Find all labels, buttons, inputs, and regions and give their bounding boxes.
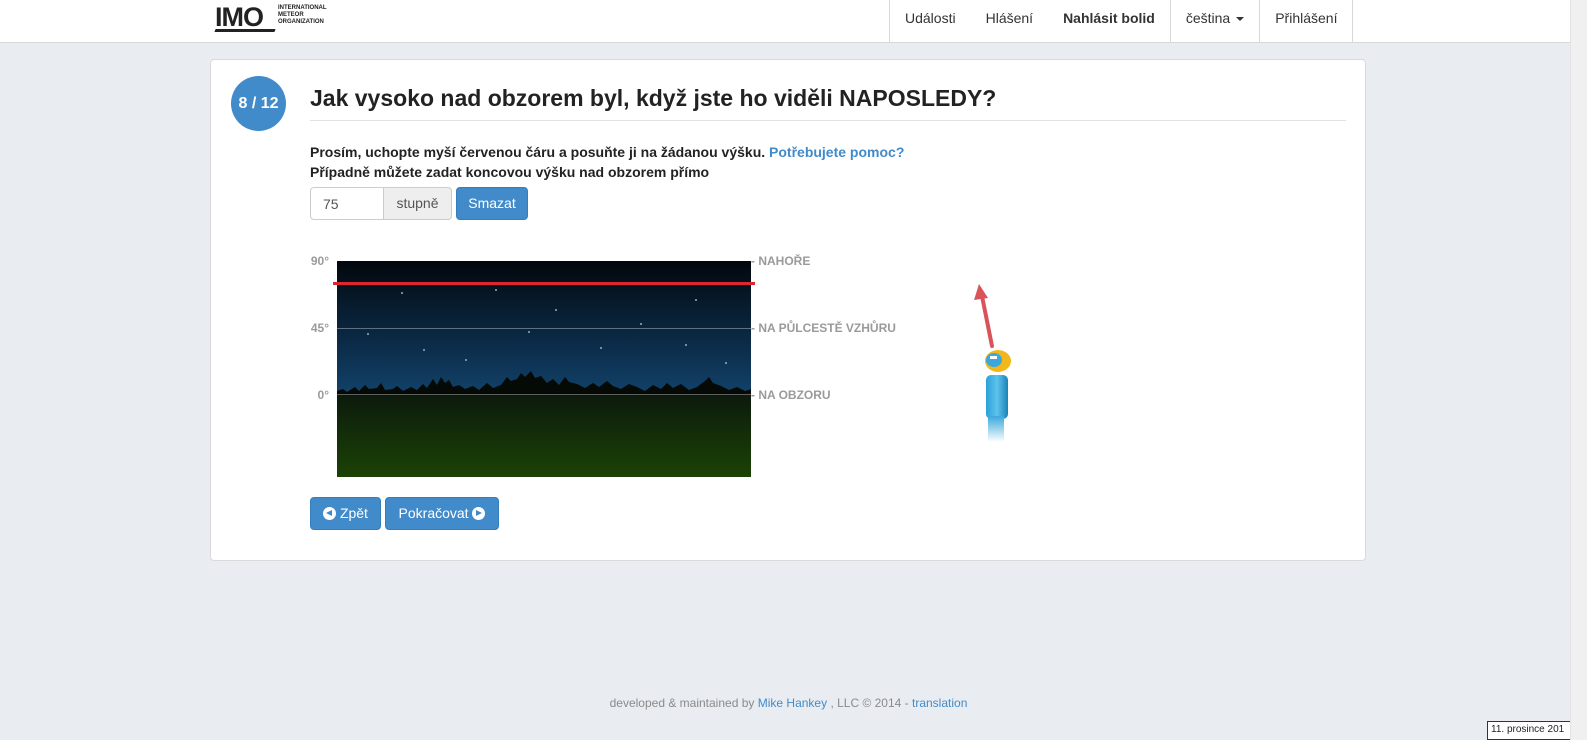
city-skyline bbox=[337, 371, 751, 397]
author-link[interactable]: Mike Hankey bbox=[758, 696, 827, 710]
gridline-45 bbox=[337, 328, 751, 329]
back-button-label: Zpět bbox=[339, 505, 368, 521]
logo-underline bbox=[214, 29, 276, 32]
nav-item-reports[interactable]: Hlášení bbox=[971, 0, 1048, 42]
zone-label-horizon: - NA OBZORU bbox=[751, 388, 831, 402]
footer: developed & maintained by Mike Hankey , … bbox=[0, 696, 1577, 710]
zone-halfway-text: NA PŮLCESTĚ VZHŮRU bbox=[758, 321, 896, 335]
logo-subtitle-line: INTERNATIONAL bbox=[278, 5, 327, 11]
altitude-input[interactable] bbox=[310, 187, 384, 220]
scrollbar[interactable] bbox=[1570, 0, 1587, 740]
ground bbox=[337, 395, 751, 477]
altitude-slider-line[interactable] bbox=[333, 282, 755, 285]
star bbox=[528, 331, 530, 333]
title-divider bbox=[310, 120, 1346, 121]
logo-subtitle-line: METEOR bbox=[278, 12, 304, 18]
sky-view[interactable] bbox=[337, 261, 751, 477]
arrow-right-circle-icon bbox=[472, 507, 486, 520]
zone-horizon-text: NA OBZORU bbox=[758, 388, 831, 402]
degrees-addon: stupně bbox=[383, 187, 452, 220]
top-navbar: IMO INTERNATIONAL METEOR ORGANIZATION Ud… bbox=[0, 0, 1587, 43]
logo-subtitle: INTERNATIONAL METEOR ORGANIZATION bbox=[278, 5, 348, 26]
step-badge: 8 / 12 bbox=[231, 76, 286, 131]
date-stamp: 11. prosince 201 bbox=[1487, 721, 1577, 740]
star bbox=[367, 333, 369, 335]
translation-link[interactable]: translation bbox=[912, 696, 967, 710]
language-label: čeština bbox=[1185, 10, 1231, 26]
zone-top-text: NAHOŘE bbox=[758, 254, 811, 268]
star bbox=[725, 362, 727, 364]
zone-label-halfway: - NA PŮLCESTĚ VZHŮRU bbox=[751, 321, 896, 335]
nav-item-events[interactable]: Události bbox=[889, 0, 971, 42]
instruction-text: Prosím, uchopte myší červenou čáru a pos… bbox=[310, 144, 766, 160]
question-title: Jak vysoko nad obzorem byl, když jste ho… bbox=[310, 85, 997, 111]
gridline-0 bbox=[337, 394, 751, 395]
clear-button[interactable]: Smazat bbox=[456, 187, 528, 220]
tick-label-45: 45° bbox=[310, 321, 329, 335]
star bbox=[555, 309, 557, 311]
footer-suffix: , LLC © 2014 - bbox=[830, 696, 909, 710]
logo-subtitle-line: ORGANIZATION bbox=[278, 19, 324, 25]
observer-figure-icon bbox=[974, 284, 1011, 442]
star bbox=[640, 323, 642, 325]
star bbox=[685, 344, 687, 346]
continue-button[interactable]: Pokračovat bbox=[385, 497, 499, 530]
logo-text: IMO bbox=[215, 2, 264, 32]
star bbox=[401, 292, 403, 294]
help-link[interactable]: Potřebujete pomoc? bbox=[769, 144, 904, 160]
tick-label-90: 90° bbox=[310, 254, 329, 268]
star bbox=[423, 349, 425, 351]
zone-label-top: - NAHOŘE bbox=[751, 254, 811, 268]
star bbox=[600, 347, 602, 349]
star bbox=[695, 299, 697, 301]
star bbox=[465, 359, 467, 361]
caret-down-icon bbox=[1236, 17, 1245, 22]
main-nav: Události Hlášení Nahlásit bolid čeština … bbox=[889, 0, 1354, 42]
continue-button-label: Pokračovat bbox=[398, 505, 469, 521]
star bbox=[495, 289, 497, 291]
arrow-left-circle-icon bbox=[323, 507, 337, 520]
footer-prefix: developed & maintained by bbox=[609, 696, 755, 710]
nav-item-login[interactable]: Přihlášení bbox=[1260, 0, 1354, 42]
nav-item-language[interactable]: čeština bbox=[1171, 0, 1261, 42]
nav-item-report-fireball[interactable]: Nahlásit bolid bbox=[1048, 0, 1171, 42]
instruction-line-2: Případně můžete zadat koncovou výšku nad… bbox=[310, 164, 710, 180]
back-button[interactable]: Zpět bbox=[310, 497, 381, 530]
tick-label-0: 0° bbox=[317, 388, 329, 402]
instruction-line-1: Prosím, uchopte myší červenou čáru a pos… bbox=[310, 143, 904, 161]
